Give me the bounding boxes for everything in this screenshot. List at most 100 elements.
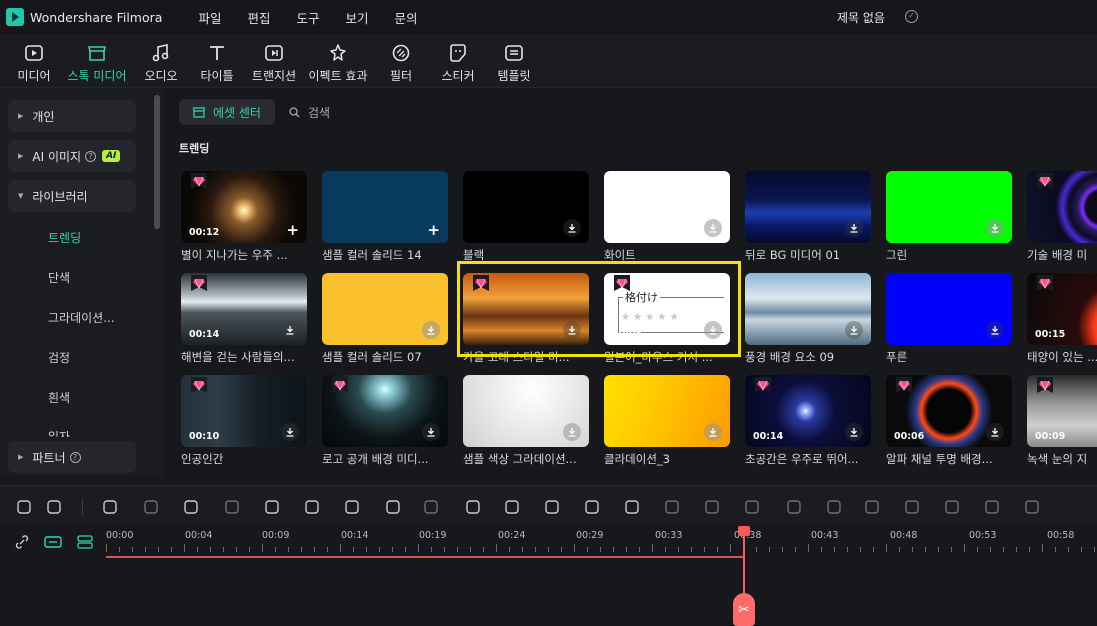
asset-thumbnail[interactable]: 00:14 [745,375,871,447]
speech-to-text-icon[interactable] [942,497,962,517]
tab-effects[interactable]: 이펙트 효과 [306,34,370,88]
text-icon[interactable] [342,497,362,517]
adjust-icon[interactable] [742,497,762,517]
asset-thumbnail[interactable] [745,171,871,243]
download-icon[interactable] [422,423,440,441]
asset-thumbnail[interactable]: 00:09 [1027,375,1097,447]
asset-card[interactable]: 00:06 알파 채널 투명 배경... [886,375,1012,466]
more-icon[interactable] [1022,497,1042,517]
download-icon[interactable] [704,219,722,237]
asset-card[interactable]: 00:12 + 별이 지나가는 우주 ... [181,171,307,262]
tab-audio[interactable]: 오디오 [143,34,179,88]
tab-templates[interactable]: 템플릿 [494,34,534,88]
asset-thumbnail[interactable] [463,375,589,447]
asset-card[interactable]: 00:14 해변을 걷는 사람들의... [181,273,307,364]
asset-card[interactable]: + 샘플 컬러 솔리드 14 [322,171,448,262]
asset-thumbnail[interactable] [463,273,589,345]
menu-file[interactable]: 파일 [198,8,221,27]
asset-thumbnail[interactable] [886,273,1012,345]
asset-card[interactable]: 뒤로 BG 미디어 01 [745,171,871,262]
tab-stickers[interactable]: 스티커 [438,34,478,88]
rectangle-icon[interactable] [383,497,403,517]
asset-card[interactable]: 00:15 태양이 있는 ... [1027,273,1097,364]
download-icon[interactable] [281,423,299,441]
help-icon[interactable]: ? [85,150,97,162]
text-to-speech-icon[interactable] [902,497,922,517]
speed-icon[interactable] [463,497,483,517]
ai-text-icon[interactable] [784,497,804,517]
asset-card[interactable]: 그린 [886,171,1012,262]
asset-thumbnail[interactable] [745,273,871,345]
link-icon[interactable] [14,534,30,550]
asset-thumbnail[interactable]: 00:10 [181,375,307,447]
download-icon[interactable] [845,219,863,237]
asset-card[interactable]: 샘플 컬러 솔리드 07 [322,273,448,364]
asset-card[interactable]: 풍경 배경 요소 09 [745,273,871,364]
asset-center-tab[interactable]: 에셋 센터 [179,99,275,125]
download-icon[interactable] [563,423,581,441]
sidebar-item-white[interactable]: 흰색 [48,389,70,406]
download-icon[interactable] [704,423,722,441]
asset-thumbnail[interactable] [463,171,589,243]
mask-icon[interactable] [421,497,441,517]
add-icon[interactable]: + [286,223,299,238]
audio-wave-icon[interactable] [824,497,844,517]
keyframe-icon[interactable] [702,497,722,517]
timeline-ruler[interactable] [106,544,1097,554]
sidebar-library[interactable]: ▼ 라이브러리 [8,180,136,212]
asset-thumbnail[interactable]: 格付け ★ ★ ★ ★ ★ 00:05 [604,273,730,345]
sidebar-item-solid[interactable]: 단색 [48,269,70,286]
sidebar-item-partial[interactable]: 일자 [48,428,70,437]
asset-card[interactable]: 샘플 색상 그라데이션... [463,375,589,466]
asset-card[interactable]: 00:10 인공인간 [181,375,307,466]
download-icon[interactable] [704,321,722,339]
tab-filters[interactable]: 필터 [386,34,416,88]
download-icon[interactable] [281,321,299,339]
sidebar-personal[interactable]: ▶ 개인 [8,100,136,132]
ai-color-icon[interactable] [542,497,562,517]
playhead-handle[interactable] [738,526,750,536]
sidebar-partner[interactable]: ▶ 파트너? [8,441,136,473]
asset-card[interactable]: 格付け ★ ★ ★ ★ ★ 00:05 일본어_마우스 커서 ... [604,273,730,364]
sidebar-item-black[interactable]: 검정 [48,349,70,366]
asset-card[interactable]: 클라데이션_3 [604,375,730,466]
project-title[interactable]: 제목 없음 [837,9,885,26]
sidebar-scrollbar[interactable] [154,95,160,229]
crop-icon[interactable] [262,497,282,517]
download-icon[interactable] [563,321,581,339]
download-icon[interactable] [986,219,1004,237]
translate-icon[interactable] [982,497,1002,517]
asset-thumbnail[interactable] [886,171,1012,243]
download-icon[interactable] [845,423,863,441]
select-arrow-icon[interactable] [44,497,64,517]
asset-thumbnail[interactable]: 00:06 [886,375,1012,447]
menu-tools[interactable]: 도구 [296,8,319,27]
help-icon[interactable]: ? [69,451,81,463]
asset-thumbnail[interactable] [1027,171,1097,243]
download-icon[interactable] [563,219,581,237]
add-icon[interactable]: + [427,223,440,238]
sidebar-item-gradient[interactable]: 그라데이션... [48,309,115,326]
asset-thumbnail[interactable]: + [322,171,448,243]
undo-icon[interactable] [100,497,120,517]
layout-icon[interactable] [14,497,34,517]
asset-thumbnail[interactable] [322,273,448,345]
sidebar-item-trending[interactable]: 트렌딩 [48,229,81,246]
download-icon[interactable] [845,321,863,339]
asset-card[interactable]: 화이트 [604,171,730,262]
cut-icon[interactable] [222,497,242,517]
asset-thumbnail[interactable] [604,171,730,243]
menu-edit[interactable]: 편집 [247,8,270,27]
asset-card[interactable]: 00:14 초공간은 우주로 뛰어... [745,375,871,466]
asset-card[interactable]: 로고 공개 배경 미디... [322,375,448,466]
asset-thumbnail[interactable]: 00:14 [181,273,307,345]
search-tab[interactable]: 검색 [289,104,330,121]
asset-card[interactable]: 블랙 [463,171,589,262]
sidebar-ai-image[interactable]: ▶ AI 이미지? AI [8,140,136,172]
menu-help[interactable]: 문의 [395,8,418,27]
asset-thumbnail[interactable]: 00:12 + [181,171,307,243]
tab-titles[interactable]: 타이틀 [199,34,235,88]
track-link-icon[interactable] [44,535,62,549]
track-settings-icon[interactable] [77,535,93,549]
tab-media[interactable]: 미디어 [16,34,52,88]
